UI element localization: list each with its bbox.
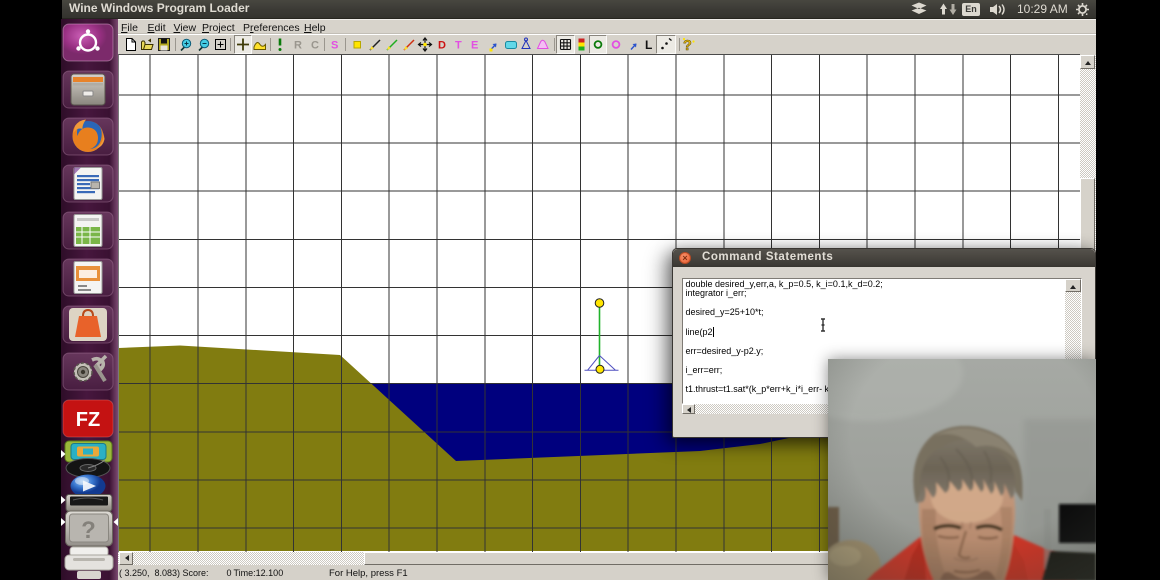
svg-text:E: E (471, 40, 478, 52)
svg-text:FZ: FZ (76, 409, 100, 431)
svg-text:S: S (331, 40, 338, 52)
svg-text:C: C (311, 40, 319, 52)
svg-text:D: D (438, 40, 446, 52)
svg-text:?: ? (81, 517, 96, 544)
svg-text:L: L (645, 38, 652, 52)
svg-text:?: ? (683, 38, 692, 54)
svg-text:T: T (455, 40, 462, 52)
svg-text:R: R (294, 40, 302, 52)
